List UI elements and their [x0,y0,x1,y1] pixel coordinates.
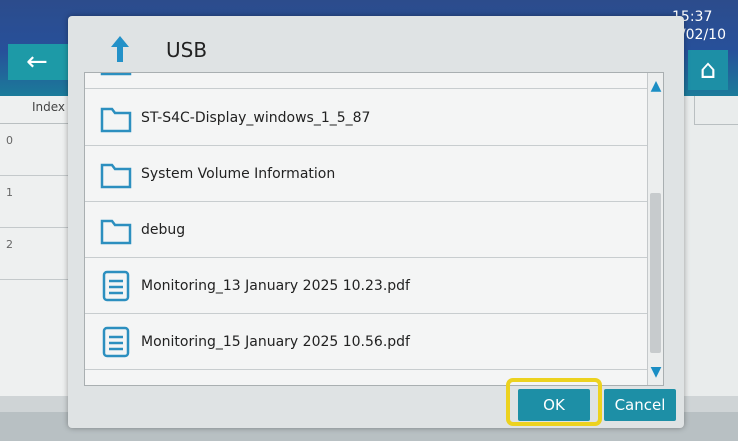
arrow-left-icon: ← [26,47,48,77]
index-table: Index 0 1 2 [0,96,68,396]
list-item[interactable]: Monitoring_15 January 2025 10.56.pdf [85,314,647,370]
folder-icon [100,163,132,188]
table-row[interactable]: 1 [0,176,68,228]
list-item[interactable] [85,73,647,89]
document-icon [102,270,130,301]
file-name: Monitoring_13 January 2025 10.23.pdf [141,277,410,294]
scrollbar[interactable]: ▲ ▼ [647,73,663,385]
folder-icon [100,219,132,244]
file-list[interactable]: ST-S4C-Display_windows_1_5_87 System Vol… [84,72,664,386]
back-button[interactable]: ← [8,44,68,80]
table-right-column [680,96,738,396]
list-item[interactable]: Monitoring_13 January 2025 10.23.pdf [85,258,647,314]
arrow-up-icon[interactable] [108,36,132,66]
usb-file-dialog: USB ST-S4C-Display_windows_1_5_87 System… [68,16,684,428]
file-name: System Volume Information [141,165,336,182]
table-row[interactable]: 2 [0,228,68,280]
scroll-down-arrow-icon[interactable]: ▼ [648,363,663,381]
file-name: ST-S4C-Display_windows_1_5_87 [141,109,371,126]
file-name: Monitoring_15 January 2025 10.56.pdf [141,333,410,350]
scroll-up-arrow-icon[interactable]: ▲ [648,77,663,95]
ok-button[interactable]: OK [518,389,590,421]
table-header-index: Index [0,96,68,124]
dialog-title: USB [166,38,208,62]
cancel-button[interactable]: Cancel [604,389,676,421]
table-row[interactable]: 0 [0,124,68,176]
folder-icon [100,107,132,132]
list-item[interactable]: debug [85,202,647,258]
document-icon [102,326,130,357]
scroll-thumb[interactable] [650,193,661,353]
folder-icon [100,73,132,75]
list-item[interactable]: System Volume Information [85,146,647,202]
home-button[interactable]: ⌂ [688,50,728,90]
file-name: debug [141,221,186,238]
list-item[interactable]: ST-S4C-Display_windows_1_5_87 [85,90,647,146]
table-header-cell [694,96,738,125]
home-icon: ⌂ [699,55,717,85]
